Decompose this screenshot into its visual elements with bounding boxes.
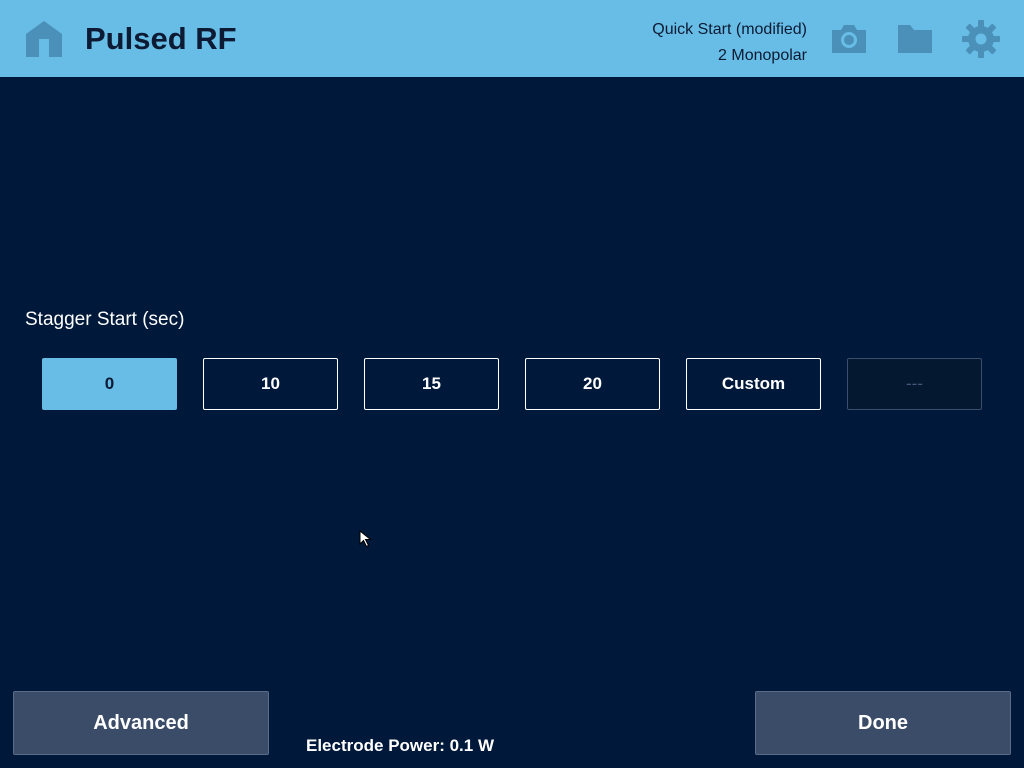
folder-icon: [898, 25, 932, 53]
preset-mode: 2 Monopolar: [718, 47, 807, 64]
stagger-option-20[interactable]: 20: [525, 358, 660, 410]
settings-button[interactable]: [961, 19, 1001, 59]
camera-icon: [832, 25, 866, 53]
done-button[interactable]: Done: [755, 691, 1011, 755]
mouse-cursor-icon: [359, 530, 372, 548]
electrode-power-readout: Electrode Power: 0.1 W: [306, 736, 494, 755]
stagger-option-custom[interactable]: Custom: [686, 358, 821, 410]
preset-info: Quick Start (modified) 2 Monopolar: [652, 17, 807, 69]
preset-name: Quick Start (modified): [652, 21, 807, 38]
page-title: Pulsed RF: [85, 21, 237, 56]
gear-icon: [962, 20, 1000, 58]
stagger-start-label: Stagger Start (sec): [25, 309, 185, 330]
top-bar: Pulsed RF Quick Start (modified) 2 Monop…: [0, 0, 1024, 77]
stagger-option-disabled: ---: [847, 358, 982, 410]
home-button[interactable]: [24, 19, 64, 59]
stagger-option-10[interactable]: 10: [203, 358, 338, 410]
stagger-option-0[interactable]: 0: [42, 358, 177, 410]
advanced-button[interactable]: Advanced: [13, 691, 269, 755]
folder-button[interactable]: [895, 19, 935, 59]
stagger-option-15[interactable]: 15: [364, 358, 499, 410]
camera-button[interactable]: [829, 19, 869, 59]
home-icon: [26, 21, 62, 57]
